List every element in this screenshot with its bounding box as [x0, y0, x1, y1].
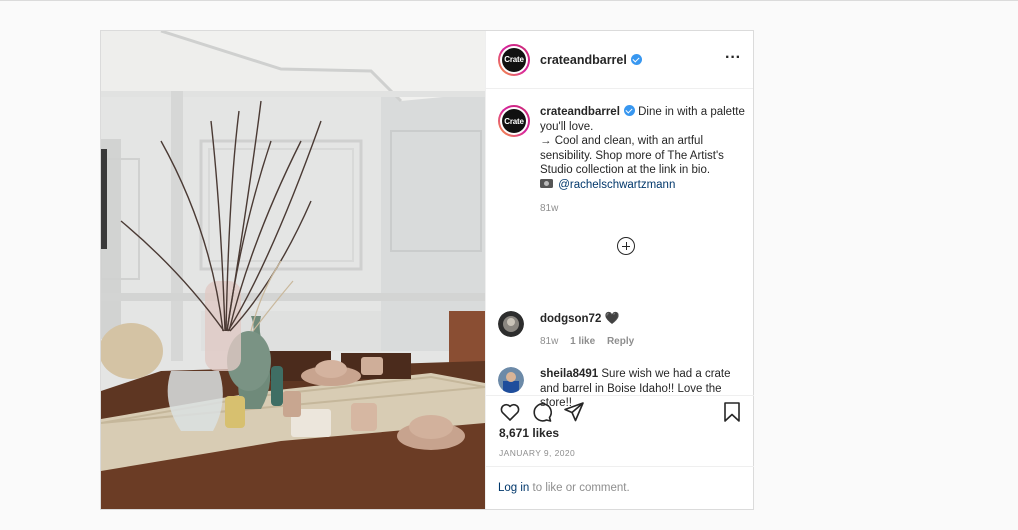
camera-icon — [540, 178, 553, 188]
post-header: Crate crateandbarrel ··· — [486, 31, 753, 89]
avatar-logo: Crate — [502, 109, 526, 133]
comment-item: dodgson72 🖤 81w 1 like Reply — [498, 311, 746, 347]
action-icons — [498, 400, 742, 426]
commenter-avatar[interactable] — [498, 311, 524, 337]
load-more-comments-icon[interactable] — [617, 237, 635, 255]
commenter-avatar[interactable] — [498, 367, 524, 393]
header-username[interactable]: crateandbarrel — [540, 53, 627, 67]
comment-likes[interactable]: 1 like — [570, 336, 595, 347]
avatar-inner-ring: Crate — [500, 45, 528, 74]
caption-text: crateandbarrel Dine in with a palette yo… — [540, 105, 746, 193]
action-section: 8,671 likes JANUARY 9, 2020 Log in to li… — [486, 395, 754, 509]
comment-icon[interactable] — [530, 400, 554, 424]
comment-content: 🖤 — [604, 311, 620, 325]
caption-line-2: → Cool and clean, with an artful sensibi… — [540, 135, 724, 177]
login-prompt: Log in to like or comment. — [486, 466, 754, 510]
avatar-image — [498, 367, 524, 393]
reply-button[interactable]: Reply — [607, 336, 634, 347]
login-prompt-text: to like or comment. — [529, 482, 630, 494]
post-photo[interactable] — [101, 31, 485, 509]
top-divider — [0, 0, 1018, 1]
post-side-panel: Crate crateandbarrel ··· Crate crateandb… — [485, 31, 754, 509]
likes-count[interactable]: 8,671 likes — [499, 426, 559, 440]
caption-avatar[interactable]: Crate — [498, 105, 530, 137]
comment-text: dodgson72 🖤 — [540, 311, 746, 327]
avatar-logo: Crate — [502, 47, 526, 72]
more-options-icon[interactable]: ··· — [725, 50, 741, 66]
post-caption: Crate crateandbarrel Dine in with a pale… — [498, 105, 746, 214]
mention-link[interactable]: @rachelschwartzmann — [558, 179, 675, 191]
avatar-image — [498, 311, 524, 337]
save-bookmark-icon[interactable] — [720, 400, 744, 424]
comment-time[interactable]: 81w — [540, 336, 558, 347]
share-icon[interactable] — [562, 400, 586, 424]
caption-username[interactable]: crateandbarrel — [540, 106, 620, 118]
comment-username[interactable]: dodgson72 — [540, 313, 601, 325]
caption-time[interactable]: 81w — [540, 203, 746, 214]
comment-meta: 81w 1 like Reply — [540, 336, 746, 347]
post-date: JANUARY 9, 2020 — [499, 448, 576, 458]
comment-username[interactable]: sheila8491 — [540, 368, 598, 380]
verified-badge-icon — [623, 105, 635, 116]
like-heart-icon[interactable] — [498, 400, 522, 424]
post-card: Crate crateandbarrel ··· Crate crateandb… — [100, 30, 754, 510]
login-link[interactable]: Log in — [498, 482, 529, 494]
comments-area: Crate crateandbarrel Dine in with a pale… — [486, 89, 754, 409]
profile-avatar[interactable]: Crate — [498, 43, 530, 76]
avatar-inner-ring: Crate — [500, 107, 528, 135]
dining-room-photo — [101, 31, 485, 509]
verified-badge-icon — [630, 54, 642, 65]
